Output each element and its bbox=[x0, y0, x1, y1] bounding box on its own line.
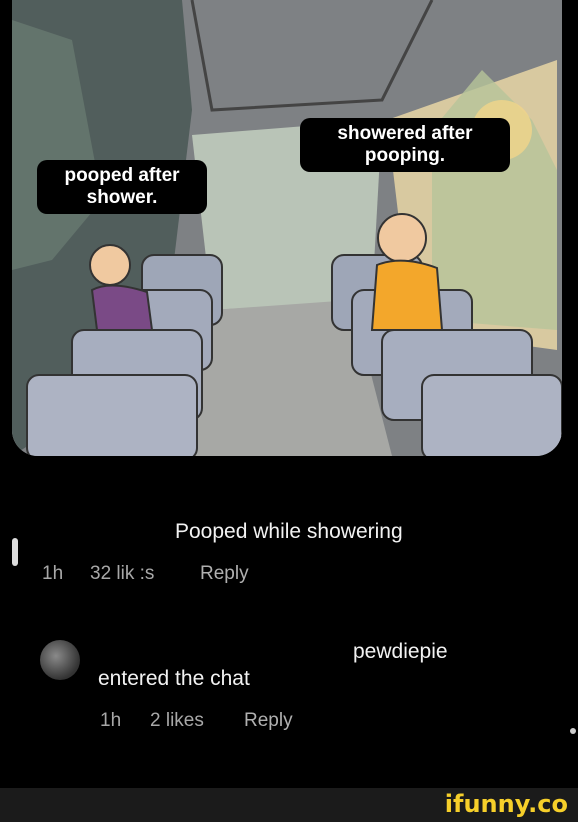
comment-text-line2: entered the chat bbox=[98, 667, 250, 690]
avatar-fragment bbox=[12, 538, 18, 566]
scroll-indicator bbox=[570, 728, 576, 734]
comment-likes[interactable]: 32 lik :s bbox=[90, 563, 154, 585]
comment-text: Pooped while showering bbox=[175, 520, 403, 543]
avatar[interactable] bbox=[40, 640, 80, 680]
comment-likes[interactable]: 2 likes bbox=[150, 710, 204, 732]
meme-caption-left: pooped after shower. bbox=[37, 160, 207, 214]
comment-time: 1h bbox=[100, 710, 122, 731]
comments-section: Pooped while showering 1h 32 lik :s Repl… bbox=[0, 470, 578, 790]
comment-time: 1h bbox=[42, 563, 64, 584]
bus-illustration bbox=[12, 0, 562, 456]
watermark-bar: ifunny.co bbox=[0, 788, 578, 822]
comment-text-line1: pewdiepie bbox=[353, 640, 448, 663]
ifunny-logo: ifunny.co bbox=[444, 790, 568, 818]
meme-caption-right: showered after pooping. bbox=[300, 118, 510, 172]
reply-button[interactable]: Reply bbox=[200, 563, 249, 585]
meme-image: pooped after shower. showered after poop… bbox=[12, 0, 562, 456]
reply-button[interactable]: Reply bbox=[244, 710, 293, 732]
